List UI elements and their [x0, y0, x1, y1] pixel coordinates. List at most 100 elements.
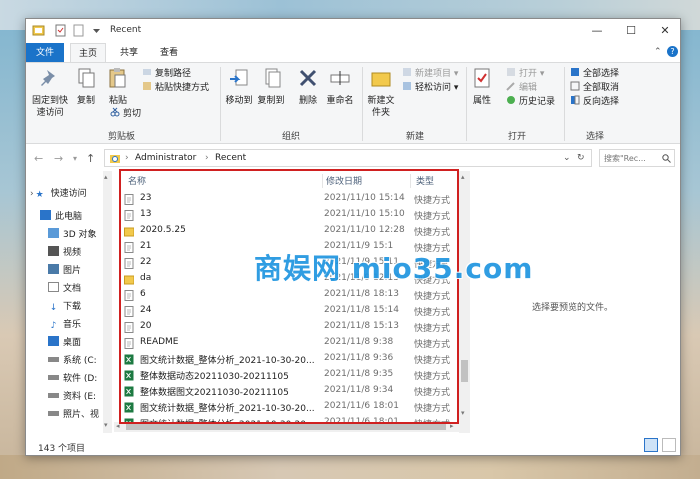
pin-quick-access-button[interactable]: 固定到快速访问 [30, 67, 70, 119]
select-none-button[interactable]: 全部取消 [570, 81, 619, 94]
properties-button[interactable]: 属性 [470, 67, 494, 107]
paste-label: 粘贴 [108, 96, 127, 106]
breadcrumb-separator: › [125, 153, 129, 163]
file-row[interactable]: 图文统计数据_整体分析_2021-10-30-20... 2021/11/8 9:… [122, 351, 452, 367]
file-row[interactable]: 24 2021/11/8 15:14 快捷方式 [122, 303, 452, 319]
invert-selection-label: 反向选择 [583, 97, 620, 107]
address-bar[interactable]: › Administrator › Recent ⌄ ↻ [104, 149, 592, 167]
tab-file[interactable]: 文件 [26, 43, 64, 63]
nav-label: 快速访问 [50, 189, 87, 199]
ribbon-collapse-icon[interactable]: ⌃ [654, 47, 662, 57]
file-row[interactable]: 20 2021/11/8 15:13 快捷方式 [122, 319, 452, 335]
new-folder-quick-icon[interactable] [72, 24, 85, 37]
file-row[interactable]: 13 2021/11/10 15:10 快捷方式 [122, 207, 452, 223]
column-header-date[interactable]: 修改日期 [326, 174, 362, 187]
close-button[interactable]: ✕ [648, 19, 680, 43]
nav-label: 系统 (C: [63, 356, 97, 366]
scroll-down-icon[interactable]: ▾ [461, 409, 465, 417]
refresh-icon[interactable]: ↻ [577, 153, 585, 163]
drive-icon [48, 357, 59, 362]
column-header-type[interactable]: 类型 [416, 174, 434, 187]
column-divider[interactable] [410, 174, 411, 188]
column-header-name[interactable]: 名称 [128, 174, 146, 187]
file-name: 整体数据图文20211030-20211105 [140, 388, 289, 398]
star-icon: ★ [35, 190, 44, 200]
copy-to-button[interactable]: 复制到 [256, 67, 286, 107]
minimize-button[interactable]: — [580, 19, 614, 43]
file-list-scrollbar[interactable]: ▴ ▾ [459, 171, 470, 433]
file-list-scroll-thumb[interactable] [461, 360, 468, 382]
file-row[interactable]: 整体数据图文20211030-20211105 2021/11/8 9:34 快捷方… [122, 383, 452, 399]
search-input[interactable]: 搜索"Rec... [599, 149, 675, 167]
item-count: 143 个项目 [38, 444, 86, 454]
file-type: 快捷方式 [414, 212, 451, 222]
edit-button[interactable]: 编辑 [506, 81, 537, 94]
file-row[interactable]: 2020.5.25 2021/11/10 12:28 快捷方式 [122, 223, 452, 239]
open-button[interactable]: 打开 ▾ [506, 67, 544, 80]
easy-access-button[interactable]: 轻松访问 ▾ [402, 81, 458, 94]
up-icon[interactable]: ↑ [86, 152, 95, 165]
scroll-up-icon[interactable]: ▴ [461, 173, 465, 181]
forward-icon[interactable]: → [54, 152, 63, 165]
file-icon [124, 322, 134, 333]
paste-shortcut-button[interactable]: 粘贴快捷方式 [142, 81, 209, 94]
tab-view[interactable]: 查看 [152, 43, 186, 63]
file-row[interactable]: 整体数据动态20211030-20211105 2021/11/8 9:35 快捷方… [122, 367, 452, 383]
invert-selection-button[interactable]: 反向选择 [570, 95, 619, 108]
rename-button[interactable]: 重命名 [324, 67, 356, 107]
invert-selection-icon [571, 95, 580, 105]
file-list-hscroll-thumb[interactable] [126, 424, 446, 430]
file-row[interactable]: 图文统计数据_整体分析_2021-10-30-20... 2021/11/6 18… [122, 399, 452, 415]
file-icon [124, 194, 134, 205]
file-icon [124, 242, 134, 253]
expand-chevron-icon[interactable]: › [30, 189, 34, 199]
search-placeholder: 搜索"Rec... [604, 154, 646, 163]
recent-locations-icon[interactable]: ▾ [73, 154, 77, 163]
scroll-right-icon[interactable]: ▸ [450, 422, 454, 430]
properties-quick-icon[interactable] [54, 24, 67, 37]
help-icon[interactable]: ? [667, 46, 678, 57]
nav-this-pc[interactable]: 此电脑 [40, 208, 112, 226]
customize-quick-access-icon[interactable] [90, 24, 103, 37]
tab-share[interactable]: 共享 [112, 43, 146, 63]
file-date: 2021/11/10 15:10 [324, 209, 405, 219]
paste-button[interactable]: 粘贴 [106, 67, 130, 107]
column-divider[interactable] [322, 174, 323, 188]
paste-icon [109, 68, 126, 88]
copy-path-button[interactable]: 复制路径 [142, 67, 191, 80]
new-item-button[interactable]: 新建项目 ▾ [402, 67, 458, 80]
edit-icon [506, 82, 515, 91]
file-date: 2021/11/6 18:01 [324, 401, 399, 411]
maximize-button[interactable]: ☐ [614, 19, 648, 43]
file-name: 23 [140, 193, 152, 203]
file-icon [124, 210, 134, 221]
select-all-icon [571, 68, 579, 76]
ribbon-separator [362, 67, 363, 141]
new-folder-button[interactable]: 新建文件夹 [366, 67, 396, 119]
delete-button[interactable]: 删除 [296, 67, 320, 107]
tab-home[interactable]: 主页 [70, 43, 107, 63]
address-dropdown-icon[interactable]: ⌄ [563, 153, 571, 163]
file-row[interactable]: 23 2021/11/10 15:14 快捷方式 [122, 191, 452, 207]
scroll-down-icon[interactable]: ▾ [104, 421, 108, 429]
nav-pane-scrollbar[interactable]: ▴ ▾ [103, 171, 112, 433]
file-row[interactable]: README 2021/11/8 9:38 快捷方式 [122, 335, 452, 351]
clipboard-group-label: 剪贴板 [108, 132, 136, 142]
file-icon [124, 258, 134, 269]
nav-label: 音乐 [63, 320, 82, 330]
details-view-icon[interactable] [644, 438, 658, 452]
move-to-button[interactable]: 移动到 [224, 67, 254, 107]
nav-quick-access[interactable]: › ★ 快速访问 [30, 185, 112, 203]
file-type: 快捷方式 [414, 196, 451, 206]
copy-button[interactable]: 复制 [74, 67, 98, 107]
scroll-up-icon[interactable]: ▴ [104, 173, 108, 181]
breadcrumb-recent[interactable]: Recent [215, 153, 246, 163]
back-icon[interactable]: ← [34, 152, 43, 165]
large-icons-view-icon[interactable] [662, 438, 676, 452]
cut-button[interactable]: 剪切 [110, 107, 141, 120]
select-all-button[interactable]: 全部选择 [570, 67, 619, 80]
history-button[interactable]: 历史记录 [506, 95, 555, 108]
file-row[interactable]: 6 2021/11/8 18:13 快捷方式 [122, 287, 452, 303]
scroll-left-icon[interactable]: ◂ [116, 422, 120, 430]
breadcrumb-administrator[interactable]: Administrator [135, 153, 196, 163]
